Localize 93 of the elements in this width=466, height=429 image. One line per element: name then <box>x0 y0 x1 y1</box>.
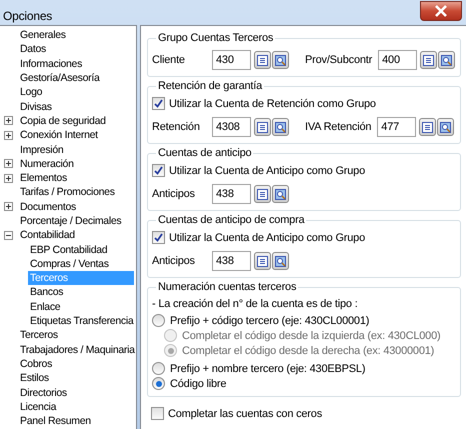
group-title: Cuentas de anticipo <box>156 146 254 160</box>
list-button[interactable] <box>254 118 271 136</box>
expand-icon[interactable] <box>4 116 13 126</box>
tree-item[interactable]: Cobros <box>18 356 54 371</box>
tree-item[interactable]: Estilos <box>18 371 51 386</box>
close-button[interactable] <box>420 1 462 21</box>
list-button[interactable] <box>420 51 438 69</box>
tree-item[interactable]: Trabajadores / Maquinaria <box>18 342 136 357</box>
tree-item[interactable]: Directorios <box>18 386 69 400</box>
group-title: Grupo Cuentas Terceros <box>156 31 276 45</box>
list-button[interactable] <box>254 51 271 69</box>
close-icon <box>434 5 448 17</box>
tree-item[interactable]: Numeración <box>18 156 76 171</box>
expand-icon[interactable] <box>4 130 13 140</box>
tree-item[interactable]: Logo <box>18 85 44 100</box>
checkbox-label: Utilizar la Cuenta de Retención como Grupo <box>169 98 376 110</box>
tree-item[interactable]: Informaciones <box>18 56 84 71</box>
checkbox[interactable] <box>151 407 164 420</box>
search-button[interactable] <box>272 118 289 136</box>
tree-item[interactable]: Documentos <box>18 200 78 214</box>
search-icon <box>275 188 286 200</box>
list-icon <box>257 122 268 132</box>
tree-item[interactable]: Compras / Ventas <box>28 256 111 271</box>
tree-item[interactable]: Panel Resumen <box>18 414 93 428</box>
radio-label: Completar el código desde la derecha (ex: 43000001) <box>182 344 434 356</box>
radio-label: Prefijo + código tercero (eje: 430CL00001) <box>170 314 370 326</box>
checkbox-label: Utilizar la Cuenta de Anticipo como Grupo <box>169 164 366 176</box>
group-title: Cuentas de anticipo de compra <box>156 213 306 227</box>
list-icon <box>423 54 434 66</box>
checkbox-label: Utilizar la Cuenta de Anticipo como Grupo <box>169 232 366 244</box>
list-icon <box>257 188 268 200</box>
search-button[interactable] <box>272 252 289 270</box>
list-icon <box>422 122 434 132</box>
expand-icon[interactable] <box>4 202 13 212</box>
list-button[interactable] <box>419 118 436 136</box>
search-button[interactable] <box>437 118 454 136</box>
tree-item[interactable]: Datos <box>18 42 48 56</box>
list-button[interactable] <box>254 185 271 203</box>
field-label: Cliente <box>152 54 186 66</box>
radio-button[interactable] <box>152 377 165 390</box>
collapse-icon[interactable] <box>4 230 13 240</box>
instruction-text: - La creación del n° de la cuenta es de tipo : <box>152 298 359 310</box>
account-field[interactable]: 400 <box>378 50 418 70</box>
account-field[interactable]: 4308 <box>212 117 251 137</box>
radio-label: Prefijo + nombre tercero (eje: 430EBPSL) <box>170 362 366 374</box>
tree-item[interactable]: Terceros <box>18 328 60 342</box>
list-button[interactable] <box>254 252 271 270</box>
search-icon <box>275 256 286 266</box>
tree-item[interactable]: Conexión Internet <box>18 128 100 142</box>
expand-icon[interactable] <box>4 159 13 168</box>
checkbox[interactable] <box>152 97 165 110</box>
search-button[interactable] <box>272 51 289 69</box>
account-field[interactable]: 438 <box>212 251 251 271</box>
search-icon <box>440 122 452 132</box>
tree-item[interactable]: Tarifas / Promociones <box>18 185 117 200</box>
tree-item[interactable]: EBP Contabilidad <box>28 242 110 257</box>
tree-item[interactable]: Bancos <box>28 285 66 300</box>
tree-item[interactable]: Generales <box>18 28 68 42</box>
field-label: Prov/Subcontr <box>305 54 372 66</box>
radio-button[interactable] <box>152 362 165 375</box>
tree-item[interactable]: Licencia <box>18 400 58 414</box>
account-field[interactable]: 438 <box>212 184 251 204</box>
field-label: Retención <box>152 121 201 133</box>
field-label: Anticipos <box>152 255 196 267</box>
checkbox[interactable] <box>152 164 165 177</box>
search-icon <box>441 54 452 66</box>
tree-item[interactable]: Divisas <box>18 100 54 114</box>
field-label: IVA Retención <box>305 121 372 133</box>
tree-item[interactable]: Porcentaje / Decimales <box>18 214 124 228</box>
search-icon <box>275 54 286 66</box>
account-field[interactable]: 430 <box>212 50 251 70</box>
search-icon <box>275 122 286 132</box>
group-title: Retención de garantía <box>156 79 264 93</box>
radio-label: Completar el código desde la izquierda (ex: 430CL000) <box>182 330 440 342</box>
list-icon <box>257 54 268 66</box>
field-label: Anticipos <box>152 188 196 200</box>
tree-item[interactable]: Contabilidad <box>18 228 77 242</box>
tree-item[interactable]: Enlace <box>28 300 62 314</box>
tree-item[interactable]: Copia de seguridad <box>18 114 108 128</box>
search-button[interactable] <box>272 185 289 203</box>
tree-item[interactable]: Gestoría/Asesoría <box>18 71 102 86</box>
account-field[interactable]: 477 <box>377 117 416 137</box>
checkbox[interactable] <box>152 231 165 244</box>
checkbox-label: Completar las cuentas con ceros <box>168 408 322 420</box>
search-button[interactable] <box>438 51 456 69</box>
expand-icon[interactable] <box>4 174 13 183</box>
window-title: Opciones <box>3 8 52 22</box>
radio-label: Código libre <box>170 378 226 390</box>
tree-item[interactable]: Etiquetas Transferencia <box>28 314 136 328</box>
tree-item[interactable]: Impresión <box>18 142 66 157</box>
tree-item[interactable]: Elementos <box>18 171 69 186</box>
radio-button[interactable] <box>152 314 165 327</box>
list-icon <box>257 256 268 266</box>
